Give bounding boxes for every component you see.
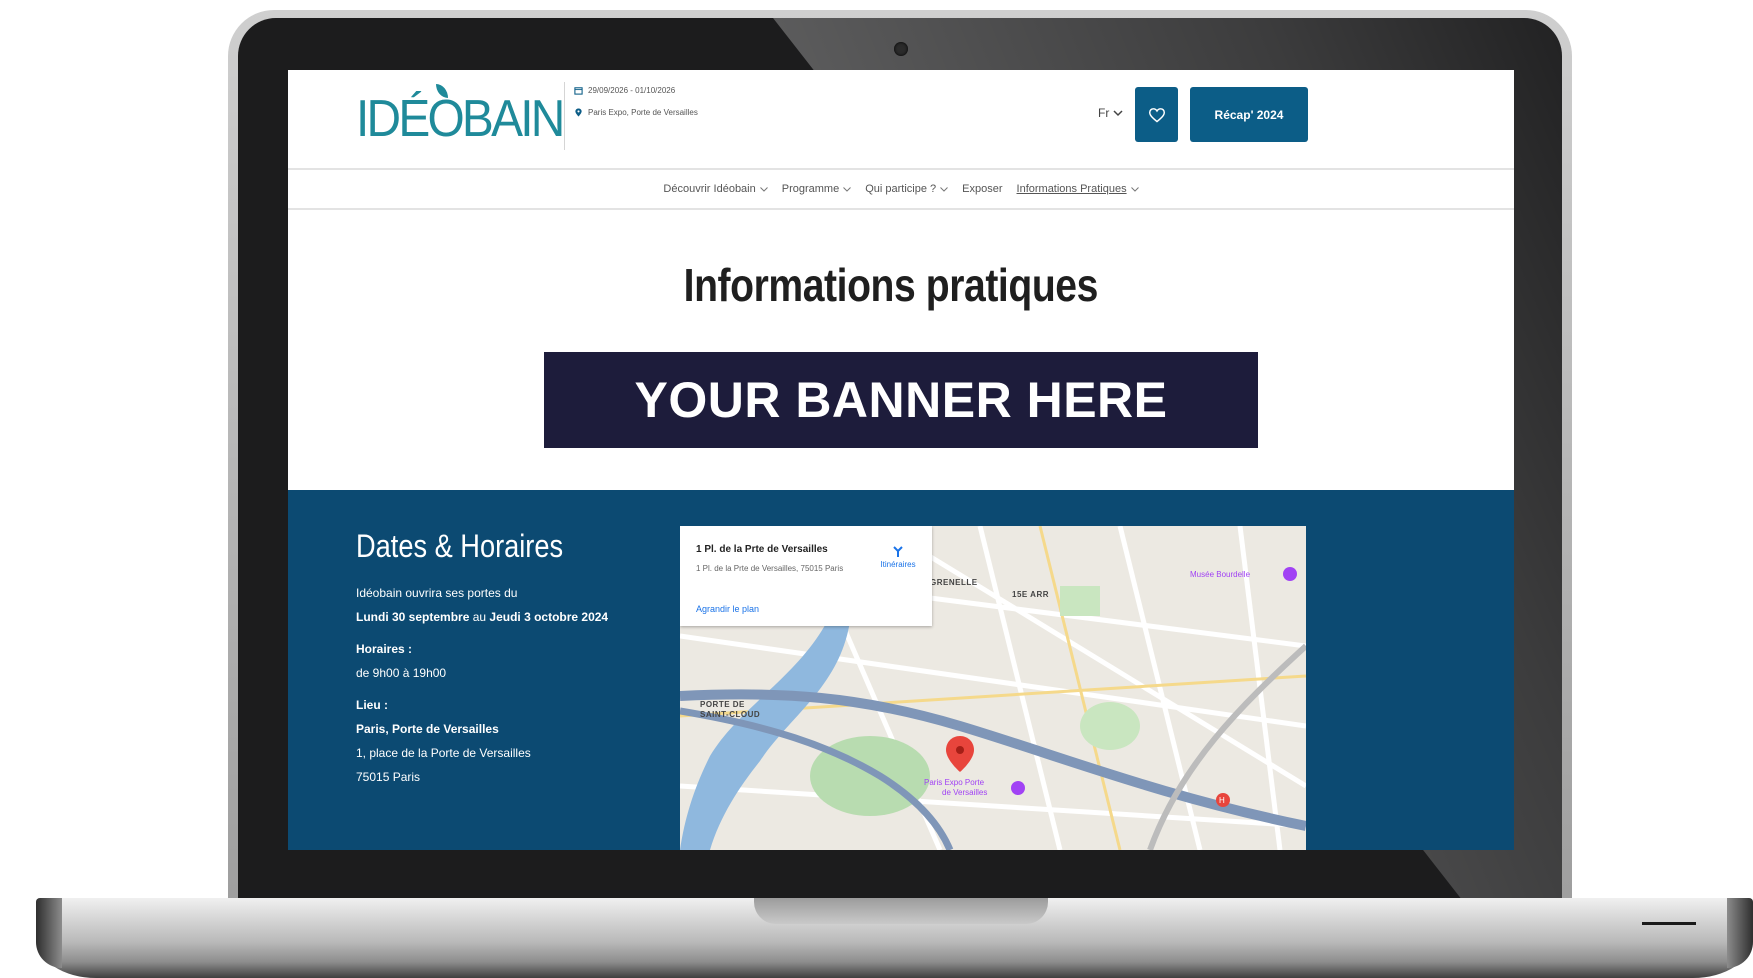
map-label-paris-expo-1: Paris Expo Porte: [924, 778, 985, 787]
screen: IDÉOBAIN 29/09/2026 - 01/10/2026 Paris E…: [288, 70, 1514, 850]
opening-dates: Lundi 30 septembre au Jeudi 3 octobre 20…: [356, 610, 608, 624]
nav-item-decouvrir[interactable]: Découvrir Idéobain: [663, 183, 768, 195]
hours-label: Horaires :: [356, 642, 413, 656]
page-title: Informations pratiques: [683, 259, 1099, 311]
map-label-porte-st-cloud-2: SAINT-CLOUD: [700, 710, 761, 719]
location-pin-icon: [575, 108, 582, 117]
banner-placeholder: YOUR BANNER HERE: [544, 352, 1258, 448]
opening-date-mid: au: [469, 610, 490, 624]
nav-item-label: Exposer: [962, 183, 1003, 195]
enlarge-map-link[interactable]: Agrandir le plan: [696, 604, 759, 614]
place-name: Paris, Porte de Versailles: [356, 722, 499, 736]
chevron-down-icon: [843, 186, 852, 192]
svg-text:H: H: [1219, 796, 1225, 805]
place-label: Lieu :: [356, 698, 388, 712]
nav-item-qui-participe[interactable]: Qui participe ?: [865, 183, 949, 195]
event-location-row: Paris Expo, Porte de Versailles: [574, 108, 698, 117]
laptop-notch: [754, 898, 1048, 924]
map-label-musee: Musée Bourdelle: [1190, 570, 1251, 579]
laptop-base-edge-left: [36, 898, 62, 968]
nav-item-label: Qui participe ?: [865, 183, 937, 195]
map-label-porte-st-cloud-1: PORTE DE: [700, 700, 745, 709]
event-dates: 29/09/2026 - 01/10/2026: [588, 86, 676, 95]
map-info-card: 1 Pl. de la Prte de Versailles 1 Pl. de …: [680, 526, 932, 626]
nav-item-informations-pratiques[interactable]: Informations Pratiques: [1017, 183, 1139, 195]
language-label: Fr: [1098, 106, 1110, 120]
directions-label: Itinéraires: [880, 560, 916, 569]
opening-intro: Idéobain ouvrira ses portes du: [356, 586, 518, 600]
calendar-icon: [574, 87, 583, 95]
nav-item-programme[interactable]: Programme: [781, 183, 852, 195]
nav-item-label: Découvrir Idéobain: [663, 183, 756, 195]
place-address: 1, place de la Porte de Versailles: [356, 746, 531, 760]
recap-button[interactable]: Récap' 2024: [1190, 87, 1308, 142]
site-logo[interactable]: IDÉOBAIN: [356, 92, 565, 146]
directions-button[interactable]: Itinéraires: [876, 544, 920, 569]
map-label-15e: 15E ARR: [1012, 590, 1049, 599]
laptop-indicator: [1642, 922, 1696, 925]
map-card-address: 1 Pl. de la Prte de Versailles, 75015 Pa…: [696, 564, 844, 573]
info-title: Dates & Horaires: [356, 528, 564, 564]
map-embed[interactable]: H GRENELLE 15E ARR PORTE DE SAINT-CLOUD …: [680, 526, 1306, 850]
chevron-down-icon: [759, 186, 768, 192]
heart-icon: [1148, 107, 1165, 122]
opening-date-start: Lundi 30 septembre: [356, 610, 470, 624]
map-card-title: 1 Pl. de la Prte de Versailles: [696, 544, 828, 555]
info-section: Dates & Horaires Idéobain ouvrira ses po…: [288, 490, 1514, 850]
language-selector[interactable]: Fr: [1098, 106, 1123, 120]
main-nav: Découvrir Idéobain Programme Qui partici…: [288, 168, 1514, 210]
nav-item-exposer[interactable]: Exposer: [962, 183, 1002, 195]
camera-icon: [894, 42, 908, 56]
map-label-grenelle: GRENELLE: [930, 578, 978, 587]
header-separator: [564, 82, 565, 150]
laptop-base-edge-right: [1727, 898, 1753, 968]
nav-item-label: Programme: [781, 183, 840, 195]
hours-value: de 9h00 à 19h00: [356, 666, 447, 680]
directions-icon: [893, 546, 903, 557]
place-city: 75015 Paris: [356, 770, 421, 784]
map-label-paris-expo-2: de Versailles: [942, 788, 988, 797]
nav-item-label: Informations Pratiques: [1016, 183, 1127, 195]
favorites-button[interactable]: [1135, 87, 1178, 142]
opening-date-end: Jeudi 3 octobre 2024: [489, 610, 609, 624]
chevron-down-icon: [1130, 186, 1139, 192]
event-dates-row: 29/09/2026 - 01/10/2026: [574, 86, 675, 95]
chevron-down-icon: [1113, 110, 1123, 117]
event-location: Paris Expo, Porte de Versailles: [588, 108, 698, 117]
chevron-down-icon: [940, 186, 949, 192]
site-header: IDÉOBAIN 29/09/2026 - 01/10/2026 Paris E…: [288, 70, 1514, 168]
